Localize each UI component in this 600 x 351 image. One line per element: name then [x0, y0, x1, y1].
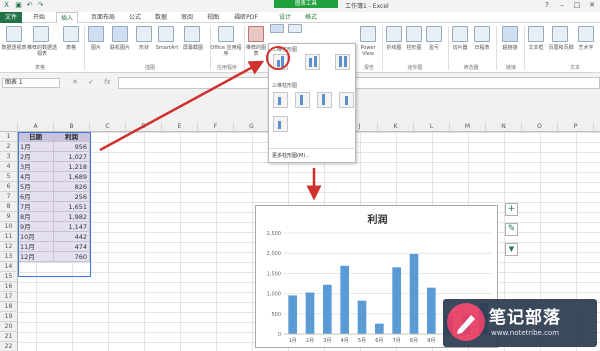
bar-2月	[305, 292, 315, 334]
bar-5月	[357, 300, 367, 334]
y-tick-label: 500	[271, 312, 281, 318]
dropdown-divider	[269, 148, 357, 149]
bar-7月	[392, 267, 401, 334]
watermark-url: www.notetribe.com	[491, 329, 560, 337]
x-tick-label: 1月	[289, 338, 297, 344]
percent-stacked-column-option[interactable]	[335, 54, 350, 70]
x-tick-label: 3月	[323, 338, 331, 344]
3d-percent-column-option[interactable]	[317, 92, 332, 108]
y-tick-label: 0	[278, 332, 281, 338]
chart-elements-button[interactable]: +	[505, 203, 518, 216]
3d-column-option[interactable]	[339, 92, 354, 108]
bar-1月	[288, 295, 297, 334]
x-tick-label: 8月	[410, 338, 418, 344]
y-tick-label: 2,500	[267, 231, 281, 237]
x-tick-label: 7月	[393, 338, 401, 344]
y-tick-label: 2,000	[267, 251, 281, 257]
y-tick-label: 1,500	[267, 271, 281, 277]
bar-4月	[340, 265, 349, 334]
watermark-pen-icon	[447, 303, 485, 341]
chart-styles-button[interactable]: ✎	[505, 223, 518, 236]
more-column-charts-option[interactable]: 更多柱形图(M)...	[272, 152, 310, 159]
bar-9月	[427, 287, 436, 334]
watermark-text: 笔记部落	[489, 308, 561, 328]
x-tick-label: 6月	[375, 338, 383, 344]
highlight-circle	[266, 46, 290, 70]
x-tick-label: 4月	[341, 338, 349, 344]
chart-filters-button[interactable]: ▼	[505, 243, 518, 256]
x-tick-label: 9月	[427, 338, 435, 344]
y-tick-label: 1,000	[267, 292, 281, 298]
bar-8月	[409, 253, 419, 334]
3d-stacked-column-option[interactable]	[295, 92, 310, 108]
3d-clustered-column-option[interactable]	[273, 92, 288, 108]
x-tick-label: 2月	[306, 338, 314, 344]
watermark: 笔记部落 www.notetribe.com	[443, 299, 597, 347]
x-tick-label: 5月	[358, 338, 366, 344]
3d-column-extra-option[interactable]	[273, 116, 288, 132]
arrow-to-chart-menu	[99, 60, 265, 152]
dropdown-section-3d: 三维柱形图	[272, 83, 298, 89]
bar-6月	[375, 323, 384, 334]
bar-3月	[323, 284, 332, 334]
stacked-column-option[interactable]	[305, 54, 320, 70]
